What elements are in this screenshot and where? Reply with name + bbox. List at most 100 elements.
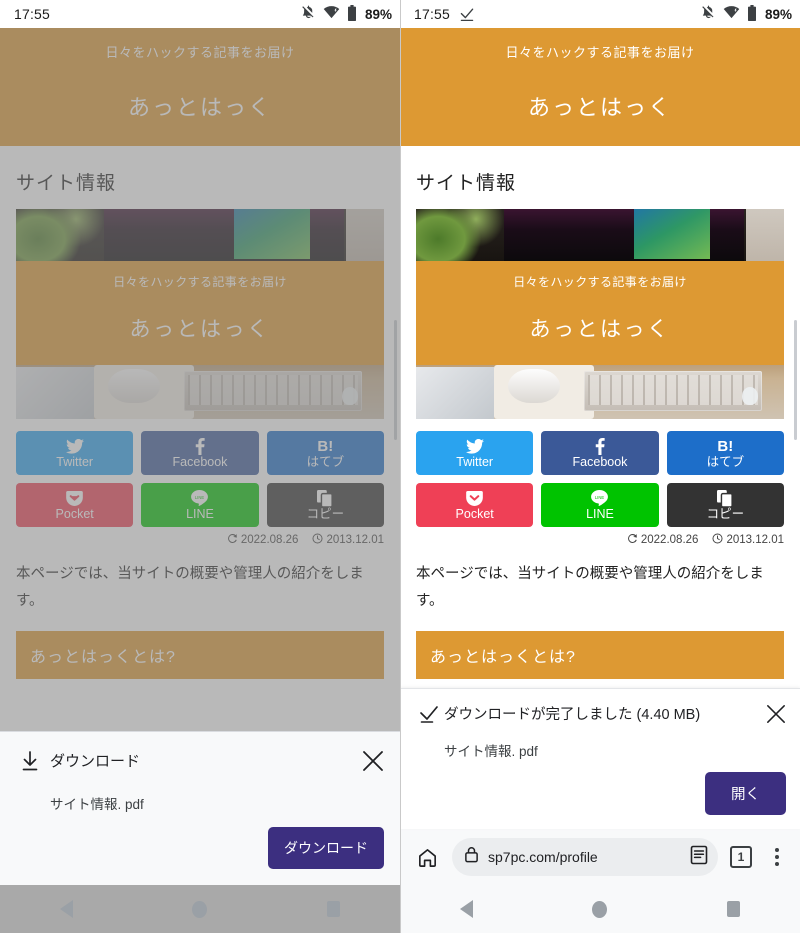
toast-header: ダウンロードが完了しました (4.40 MB) — [414, 703, 786, 729]
share-button-copy[interactable]: コピー — [666, 483, 784, 527]
date-published: 2013.12.01 — [312, 533, 384, 547]
recents-square-icon[interactable] — [327, 901, 341, 917]
panel-divider — [400, 0, 401, 933]
share-button-line[interactable]: LINE LINE — [541, 483, 659, 527]
share-label-copy: コピー — [706, 506, 745, 521]
site-title: あっとはっく — [127, 95, 272, 120]
page-scrollbar[interactable] — [794, 320, 797, 440]
home-icon[interactable] — [410, 840, 444, 874]
share-button-copy[interactable]: コピー — [266, 483, 384, 527]
share-label-twitter: Twitter — [56, 454, 94, 469]
site-header-after: 日々をハックする記事をお届け あっとはっく — [400, 28, 800, 146]
clock-icon — [312, 533, 323, 547]
back-triangle-icon[interactable] — [59, 900, 73, 918]
battery-percent: 89% — [764, 6, 792, 22]
hatena-b-icon: B! — [717, 437, 734, 455]
battery-percent: 89% — [364, 6, 392, 22]
share-button-facebook[interactable]: Facebook — [141, 431, 259, 475]
share-button-facebook[interactable]: Facebook — [541, 431, 659, 475]
date-updated: 2022.08.26 — [627, 533, 699, 547]
download-complete-toast: ダウンロードが完了しました (4.40 MB) サイト情報. pdf 開く — [400, 688, 800, 829]
back-triangle-icon[interactable] — [459, 900, 473, 918]
page-scrollbar[interactable] — [394, 320, 397, 440]
share-buttons-after: Twitter Facebook B! はてブ Pocket LINE LINE — [416, 431, 784, 527]
article-dates-after: 2022.08.26 2013.12.01 — [416, 533, 784, 547]
wifi-icon — [723, 5, 740, 23]
toast-actions: 開く — [414, 772, 786, 815]
date-published: 2013.12.01 — [712, 533, 784, 547]
status-time: 17:55 — [14, 6, 51, 22]
svg-text:LINE: LINE — [595, 495, 605, 500]
pocket-icon — [66, 490, 83, 507]
page-content-after: サイト情報 日々をハックする記事をお届け あっとはっく Twitter Face… — [400, 146, 800, 679]
updated-icon — [627, 533, 638, 547]
twitter-bird-icon — [465, 438, 484, 455]
battery-icon — [347, 4, 357, 24]
date-updated-value: 2022.08.26 — [640, 534, 699, 546]
download-prompt-actions: ダウンロード — [16, 827, 384, 869]
share-button-hatena[interactable]: B! はてブ — [266, 431, 384, 475]
android-nav-bar-before — [0, 885, 400, 933]
hero-overlay-band: 日々をハックする記事をお届け あっとはっく — [416, 261, 784, 365]
line-icon: LINE — [591, 490, 609, 507]
section-paragraph — [16, 693, 384, 720]
tab-counter[interactable]: 1 — [730, 846, 752, 868]
share-buttons-before: Twitter Facebook B! はてブ Pocket LINE LINE — [16, 431, 384, 527]
share-label-twitter: Twitter — [456, 454, 494, 469]
home-circle-icon[interactable] — [192, 900, 208, 918]
status-bar-after: 17:55 89% — [400, 0, 800, 28]
section-heading: あっとはっくとは? — [416, 630, 784, 679]
section-heading: あっとはっくとは? — [16, 630, 384, 679]
battery-icon — [747, 4, 757, 24]
share-button-pocket[interactable]: Pocket — [16, 483, 134, 527]
share-button-twitter[interactable]: Twitter — [16, 431, 134, 475]
overflow-menu-icon[interactable] — [764, 844, 790, 870]
date-updated: 2022.08.26 — [227, 533, 299, 547]
share-label-facebook: Facebook — [572, 454, 628, 469]
pocket-icon — [466, 490, 483, 507]
share-button-twitter[interactable]: Twitter — [416, 431, 534, 475]
date-published-value: 2013.12.01 — [726, 534, 784, 546]
wifi-icon — [323, 5, 340, 23]
close-icon[interactable] — [766, 703, 786, 729]
android-nav-bar-after — [400, 885, 800, 933]
hero-title: あっとはっく — [129, 318, 271, 341]
notifications-off-icon — [701, 5, 716, 23]
copy-icon — [717, 489, 734, 507]
share-button-pocket[interactable]: Pocket — [416, 483, 534, 527]
status-bar-before: 17:55 89% — [0, 0, 400, 28]
updated-icon — [227, 533, 238, 547]
reader-mode-icon[interactable] — [690, 845, 708, 870]
recents-square-icon[interactable] — [727, 901, 741, 917]
panel-after: 17:55 89% 日々をハックする記事をお届け あっとはっく サイト情報 日々… — [400, 0, 800, 933]
site-title: あっとはっく — [527, 95, 672, 120]
share-label-pocket: Pocket — [55, 506, 94, 521]
date-updated-value: 2022.08.26 — [240, 534, 299, 546]
lock-icon — [464, 846, 479, 868]
toast-title: ダウンロードが完了しました (4.40 MB) — [444, 707, 701, 723]
facebook-f-icon — [195, 437, 205, 455]
share-button-hatena[interactable]: B! はてブ — [666, 431, 784, 475]
page-title: サイト情報 — [16, 173, 117, 194]
intro-paragraph: 本ページでは、当サイトの概要や管理人の紹介をします。 — [416, 566, 764, 609]
share-label-facebook: Facebook — [172, 454, 228, 469]
facebook-f-icon — [595, 437, 605, 455]
date-published-value: 2013.12.01 — [326, 534, 384, 546]
url-text: sp7pc.com/profile — [488, 849, 598, 865]
line-icon: LINE — [191, 490, 209, 507]
download-complete-check-icon — [414, 703, 444, 723]
comparison-stage: 17:55 89% 日々をハックする記事をお届け あっとはっく サイト情報 日々… — [0, 0, 800, 933]
share-label-hatena: はてブ — [706, 454, 745, 469]
share-button-line[interactable]: LINE LINE — [141, 483, 259, 527]
omnibox[interactable]: sp7pc.com/profile — [452, 838, 718, 876]
open-file-button[interactable]: 開く — [705, 772, 786, 815]
download-confirm-button[interactable]: ダウンロード — [268, 827, 384, 869]
home-circle-icon[interactable] — [592, 900, 608, 918]
site-tagline: 日々をハックする記事をお届け — [105, 45, 295, 60]
close-icon[interactable] — [362, 750, 384, 777]
hero-tagline: 日々をハックする記事をお届け — [513, 275, 687, 289]
share-label-line: LINE — [186, 506, 214, 521]
hero-image: 日々をハックする記事をお届け あっとはっく — [416, 209, 784, 419]
download-prompt-title: ダウンロード — [50, 753, 141, 770]
download-complete-status-icon — [459, 6, 475, 22]
